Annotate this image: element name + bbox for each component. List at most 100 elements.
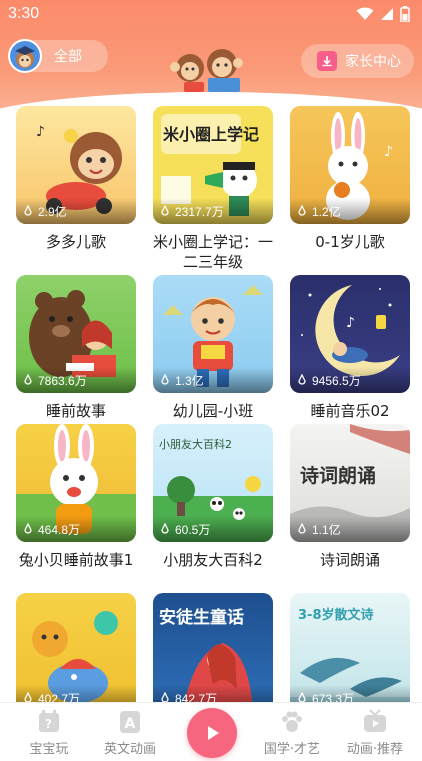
play-icon xyxy=(208,726,219,740)
play-count: 2317.7万 xyxy=(153,198,273,224)
album-cover: 安徒生童话 842.7万 xyxy=(153,593,273,706)
album-title: 诗词朗诵 xyxy=(319,551,380,569)
album-card[interactable]: ♪ 1.2亿 0-1岁儿歌 xyxy=(290,106,410,252)
play-count: 2.9亿 xyxy=(16,198,136,224)
album-title: 兔小贝睡前故事1 xyxy=(18,551,134,569)
play-count-icon xyxy=(24,205,32,216)
album-card[interactable]: 米小圈上学记 2317.7万 米小圈上学记：一二三年级 xyxy=(153,106,273,272)
album-card[interactable]: ♪ 2.9亿 多多儿歌 xyxy=(16,106,136,252)
album-cover-title: 米小圈上学记 xyxy=(163,125,259,144)
header: 3:30 全部 家长中心 xyxy=(0,0,422,118)
play-count-text: 7863.6万 xyxy=(38,373,87,388)
play-count: 1.1亿 xyxy=(290,516,410,542)
svg-text:♪: ♪ xyxy=(36,124,45,140)
play-count-icon xyxy=(161,374,169,385)
svg-text:A: A xyxy=(125,716,136,732)
album-card[interactable]: 3-8岁散文诗 673.3万 xyxy=(290,593,410,706)
album-card[interactable]: ♪ 9456.5万 睡前音乐02 xyxy=(290,275,410,421)
play-button[interactable] xyxy=(187,708,237,758)
album-cover-title: 小朋友大百科2 xyxy=(159,437,232,451)
status-time: 3:30 xyxy=(8,5,40,22)
question-card-icon: ? xyxy=(36,709,62,735)
wifi-icon xyxy=(356,7,374,21)
album-cover-title: 安徒生童话 xyxy=(159,607,244,628)
parent-center-button[interactable]: 家长中心 xyxy=(301,44,414,78)
tv-icon xyxy=(362,709,388,735)
all-filter-button[interactable]: 全部 xyxy=(8,39,108,73)
avatar xyxy=(8,39,42,73)
play-count-icon xyxy=(161,523,169,534)
nav-label: 国学·才艺 xyxy=(263,742,321,757)
album-cover: ♪ 2.9亿 xyxy=(16,106,136,224)
album-cover-title: 3-8岁散文诗 xyxy=(298,607,374,623)
album-card[interactable]: 诗词朗诵 1.1亿 诗词朗诵 xyxy=(290,424,410,570)
album-cover: 诗词朗诵 1.1亿 xyxy=(290,424,410,542)
nav-label: 宝宝玩 xyxy=(29,742,69,757)
album-card[interactable]: 小朋友大百科2 60.5万 小朋友大百科2 xyxy=(153,424,273,570)
bottom-nav: ? 宝宝玩 A 英文动画 国学·才艺 动画·推荐 xyxy=(0,702,422,761)
album-card[interactable]: 402.7万 xyxy=(16,593,136,706)
album-card[interactable]: 7863.6万 睡前故事 xyxy=(16,275,136,421)
download-folder-icon xyxy=(317,51,337,71)
nav-label: 英文动画 xyxy=(103,742,156,757)
album-title: 睡前音乐02 xyxy=(310,402,390,420)
album-cover: 7863.6万 xyxy=(16,275,136,393)
album-cover: ♪ 1.2亿 xyxy=(290,106,410,224)
play-count-icon xyxy=(24,374,32,385)
play-count: 1.2亿 xyxy=(290,198,410,224)
play-count: 60.5万 xyxy=(153,516,273,542)
play-count: 464.8万 xyxy=(16,516,136,542)
nav-item-english-animation[interactable]: A 英文动画 xyxy=(95,709,165,757)
status-bar: 3:30 xyxy=(0,0,422,28)
letter-a-icon: A xyxy=(117,709,143,735)
album-title: 睡前故事 xyxy=(45,402,106,420)
paw-icon xyxy=(279,709,305,735)
play-count-icon xyxy=(298,374,306,385)
album-title: 0-1岁儿歌 xyxy=(315,233,385,251)
album-cover: 402.7万 xyxy=(16,593,136,706)
album-cover: 小朋友大百科2 60.5万 xyxy=(153,424,273,542)
album-title: 幼儿园-小班 xyxy=(172,402,254,420)
play-count-text: 1.3亿 xyxy=(175,373,204,388)
play-count-text: 2.9亿 xyxy=(38,204,67,219)
play-count: 9456.5万 xyxy=(290,367,410,393)
play-count-text: 2317.7万 xyxy=(175,204,224,219)
play-count-icon xyxy=(161,205,169,216)
svg-text:♪: ♪ xyxy=(346,315,355,331)
status-icons xyxy=(356,6,410,22)
play-count-text: 1.1亿 xyxy=(312,522,341,537)
album-title: 小朋友大百科2 xyxy=(163,551,263,569)
all-filter-label: 全部 xyxy=(54,49,82,65)
album-card[interactable]: 1.3亿 幼儿园-小班 xyxy=(153,275,273,421)
album-cover: ♪ 9456.5万 xyxy=(290,275,410,393)
album-cover: 464.8万 xyxy=(16,424,136,542)
album-title: 多多儿歌 xyxy=(45,233,106,251)
svg-text:?: ? xyxy=(45,717,52,731)
play-count-text: 1.2亿 xyxy=(312,204,341,219)
album-grid: ♪ 2.9亿 多多儿歌 米小圈上学记 2317.7万 米小圈上学记：一二三年级 … xyxy=(16,106,410,706)
nav-label: 动画·推荐 xyxy=(346,742,404,757)
play-count: 1.3亿 xyxy=(153,367,273,393)
play-count: 7863.6万 xyxy=(16,367,136,393)
album-card[interactable]: 安徒生童话 842.7万 xyxy=(153,593,273,706)
album-cover: 米小圈上学记 2317.7万 xyxy=(153,106,273,224)
svg-text:♪: ♪ xyxy=(384,144,393,160)
battery-icon xyxy=(400,6,410,22)
nav-item-animation-recommend[interactable]: 动画·推荐 xyxy=(340,709,410,757)
album-cover: 3-8岁散文诗 673.3万 xyxy=(290,593,410,706)
nav-item-baby-play[interactable]: ? 宝宝玩 xyxy=(14,709,84,757)
album-cover-title: 诗词朗诵 xyxy=(300,465,376,487)
album-card[interactable]: 464.8万 兔小贝睡前故事1 xyxy=(16,424,136,570)
play-count-text: 9456.5万 xyxy=(312,373,361,388)
play-count-text: 464.8万 xyxy=(38,522,81,537)
monkeys-mascot-icon xyxy=(170,42,250,94)
play-count-icon xyxy=(298,205,306,216)
play-count-icon xyxy=(24,523,32,534)
album-cover: 1.3亿 xyxy=(153,275,273,393)
play-count-text: 60.5万 xyxy=(175,522,211,537)
signal-icon xyxy=(380,7,394,21)
parent-center-label: 家长中心 xyxy=(345,54,401,70)
album-title: 米小圈上学记：一二三年级 xyxy=(153,233,274,271)
nav-item-culture-talent[interactable]: 国学·才艺 xyxy=(257,709,327,757)
play-count-icon xyxy=(298,523,306,534)
